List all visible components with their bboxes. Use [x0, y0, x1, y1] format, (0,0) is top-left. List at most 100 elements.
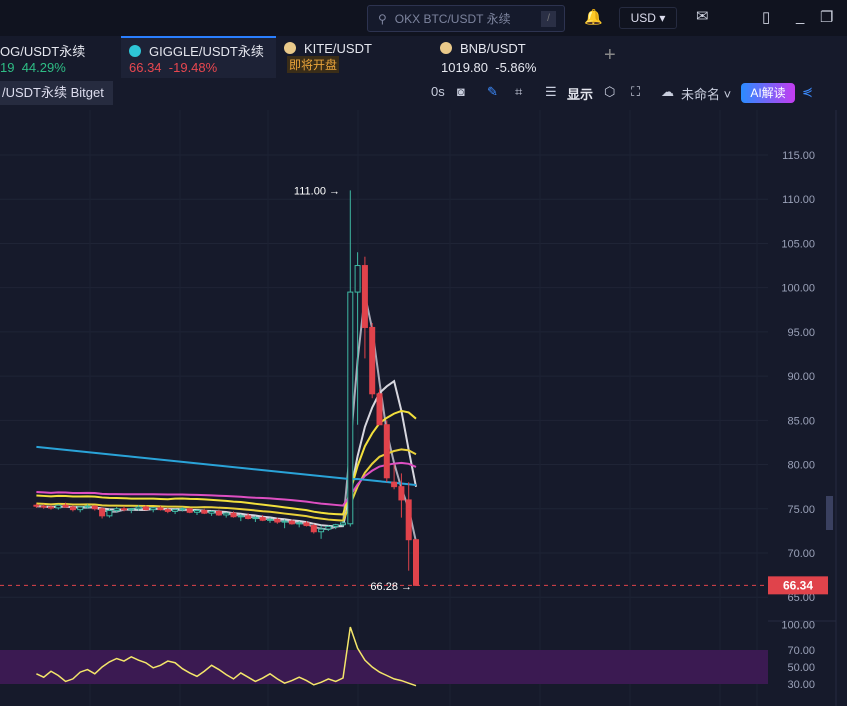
- tab-kite[interactable]: KITE/USDT 即将开盘: [284, 36, 424, 78]
- layout-icon[interactable]: ▯: [762, 8, 770, 26]
- bell-icon[interactable]: 🔔: [584, 8, 603, 26]
- candle-body: [172, 509, 179, 512]
- top-bar: ⚲ OKX BTC/USDT 永续 / 🔔 USD ▾ ✉ ▯ _ ❐: [0, 0, 847, 36]
- collapse-handle[interactable]: [826, 496, 833, 530]
- bnb-icon: [440, 42, 452, 54]
- candle-body: [296, 522, 303, 525]
- price-tick: 115.00: [782, 150, 815, 162]
- candle-body: [413, 539, 419, 586]
- rsi-tick: 50.00: [787, 662, 815, 674]
- interval-label[interactable]: 0s: [431, 84, 445, 99]
- ai-button[interactable]: AI解读: [741, 83, 795, 103]
- tab-giggle[interactable]: GIGGLE/USDT永续 66.34 -19.48%: [121, 36, 276, 78]
- price-tick: 70.00: [787, 548, 815, 560]
- price-chart[interactable]: 111.00 → 66.28 → 115.00 110.00 105.00 100.00…: [0, 110, 847, 706]
- candle-body: [194, 510, 200, 513]
- tab-price: 66.34: [129, 60, 162, 75]
- candle-body: [318, 528, 325, 533]
- list-icon[interactable]: ☰: [545, 84, 557, 100]
- rsi-tick: 30.00: [787, 679, 815, 691]
- candle-body: [274, 518, 281, 523]
- tab-name: BNB/USDT: [460, 41, 526, 56]
- candle-body: [91, 505, 98, 510]
- candle-body: [135, 506, 142, 510]
- candle-body: [325, 525, 332, 530]
- cloud-icon[interactable]: ☁: [661, 84, 674, 100]
- ma-line: [36, 409, 417, 516]
- tab-change: -5.86%: [495, 60, 537, 75]
- candle-body: [340, 522, 346, 526]
- tab-change: 44.29%: [21, 60, 66, 75]
- currency-value: USD: [630, 11, 656, 25]
- symbol-tooltip: /USDT永续 Bitget: [0, 81, 113, 105]
- candle-body: [347, 291, 354, 525]
- candle-body: [332, 524, 339, 527]
- layout-name: 未命名: [681, 87, 721, 102]
- restore-icon[interactable]: ❐: [820, 8, 833, 26]
- rsi-tick: 70.00: [787, 645, 815, 657]
- symbol-tabs: OG/USDT永续 19 44.29% GIGGLE/USDT永续 66.34 …: [0, 36, 847, 80]
- low-label: 66.28 →: [370, 581, 412, 593]
- candle-body: [77, 506, 84, 511]
- add-tab-button[interactable]: +: [604, 44, 616, 67]
- settings-icon[interactable]: ⬡: [604, 84, 615, 100]
- search-placeholder: OKX BTC/USDT 永续: [394, 12, 511, 26]
- candle-body: [354, 265, 361, 293]
- price-tick: 80.00: [787, 460, 815, 472]
- price-tick: 90.00: [787, 371, 815, 383]
- price-tick: 100.00: [781, 283, 815, 295]
- tab-og[interactable]: OG/USDT永续 19 44.29%: [0, 36, 118, 78]
- camera-icon[interactable]: ◙: [457, 84, 465, 99]
- candle-body: [230, 512, 237, 518]
- rsi-pane: 100.00 70.00 50.00 30.00: [0, 620, 815, 691]
- tab-status: 即将开盘: [287, 56, 340, 73]
- candle-body: [281, 520, 288, 523]
- candle-body: [106, 510, 113, 517]
- pencil-icon[interactable]: ✎: [487, 84, 498, 100]
- candle-body: [245, 515, 252, 519]
- price-tick: 105.00: [781, 238, 815, 250]
- candle-body: [69, 506, 76, 511]
- candle-body: [33, 504, 40, 507]
- mail-icon[interactable]: ✉: [696, 7, 709, 25]
- tab-bnb[interactable]: BNB/USDT 1019.80 -5.86%: [440, 36, 590, 78]
- candle-body: [223, 512, 230, 516]
- rsi-band: [0, 650, 768, 684]
- candle-body: [215, 510, 222, 516]
- high-label: 111.00 →: [294, 185, 340, 197]
- candle-body: [142, 506, 149, 511]
- minimize-icon[interactable]: _: [796, 8, 804, 25]
- tab-name: GIGGLE/USDT永续: [149, 44, 264, 59]
- fullscreen-icon[interactable]: ⛶: [631, 84, 640, 100]
- candle-body: [121, 508, 127, 511]
- rsi-tick: 100.00: [781, 620, 815, 632]
- candle-body: [237, 515, 244, 518]
- share-icon[interactable]: ⋞: [802, 84, 813, 100]
- candle-body: [84, 505, 91, 508]
- price-tick: 85.00: [787, 415, 815, 427]
- price-tick: 110.00: [782, 194, 815, 206]
- candle-body: [259, 517, 266, 521]
- crop-icon[interactable]: ⌗: [515, 84, 522, 100]
- shortcut-hint: /: [541, 11, 556, 27]
- kite-icon: [284, 42, 296, 54]
- tab-price: 1019.80: [441, 60, 488, 75]
- candle-body: [391, 481, 398, 488]
- candle-body: [361, 265, 368, 328]
- display-button[interactable]: 显示: [567, 84, 593, 103]
- layout-name-select[interactable]: 未命名 ˅: [681, 84, 731, 103]
- candle-body: [157, 507, 164, 511]
- candle-body: [186, 508, 193, 513]
- tab-name: OG/USDT永续: [0, 44, 86, 59]
- candle-body: [252, 517, 259, 520]
- candle-body: [288, 520, 295, 525]
- candle-body: [113, 508, 120, 512]
- price-axis: 115.00 110.00 105.00 100.00 95.00 90.00 85.00 8…: [768, 150, 836, 622]
- candle-body: [369, 326, 376, 395]
- candle-body: [208, 510, 215, 514]
- search-input[interactable]: ⚲ OKX BTC/USDT 永续 /: [367, 5, 565, 32]
- currency-select[interactable]: USD ▾: [619, 7, 677, 29]
- giggle-icon: [129, 45, 141, 57]
- candle-body: [99, 508, 106, 517]
- last-price-label: 66.34: [783, 578, 813, 592]
